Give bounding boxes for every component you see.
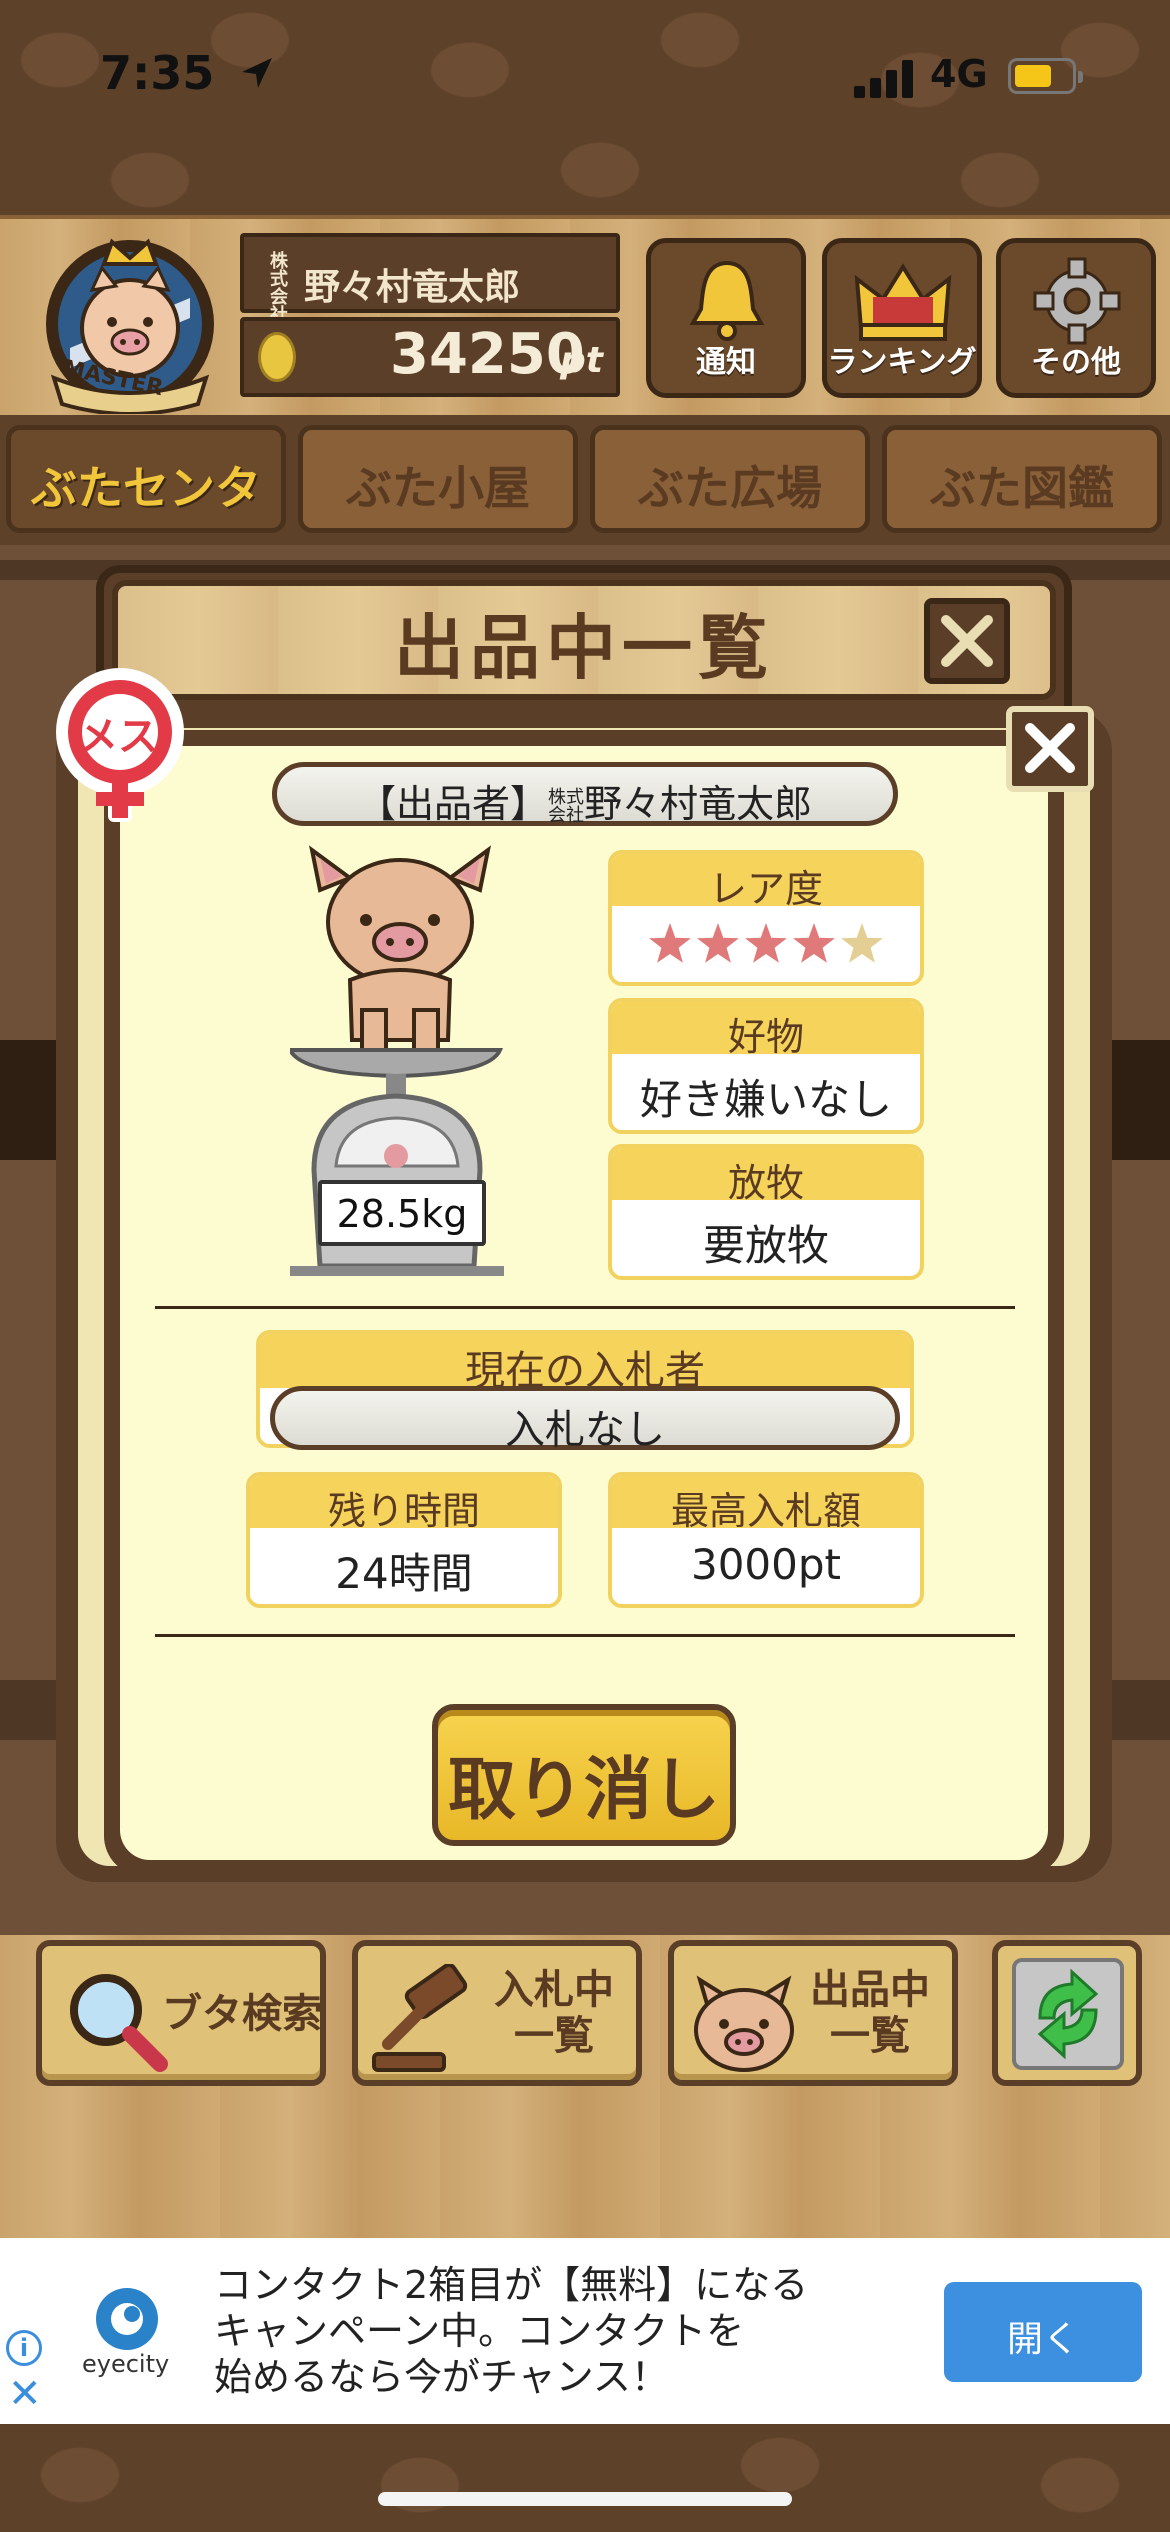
rarity-card: レア度 — [608, 850, 924, 986]
scene-beam — [1110, 1040, 1170, 1160]
notification-button[interactable]: 通知 — [646, 238, 806, 398]
current-bidder-value: 入札なし — [270, 1386, 900, 1453]
gear-icon — [1033, 257, 1121, 345]
bidding-list-label-1: 入札中 — [494, 1967, 614, 2013]
star-filled-icon — [745, 923, 787, 963]
ad-text: コンタクト2箱目が【無料】になる キャンペーン中。コンタクトを 始めるなら今がチ… — [214, 2262, 894, 2400]
magnifier-icon — [70, 1974, 168, 2072]
current-bidder-label: 現在の入札者 — [260, 1334, 910, 1394]
bell-icon — [689, 260, 765, 341]
ad-close-icon[interactable]: ✕ — [8, 2374, 42, 2414]
top-background — [0, 0, 1170, 215]
ad-info-icon[interactable]: i — [6, 2330, 42, 2366]
star-empty-icon — [841, 923, 883, 963]
points-value: 34250 — [390, 322, 585, 387]
ad-line-2: キャンペーン中。コンタクトを — [214, 2309, 745, 2353]
player-name: 野々村竜太郎 — [304, 267, 521, 308]
max-bid-label: 最高入札額 — [612, 1476, 920, 1533]
rarity-stars-graphic — [649, 923, 883, 963]
listing-list-label-2: 一覧 — [830, 2013, 910, 2059]
time-left-label: 残り時間 — [250, 1476, 558, 1533]
close-icon — [1025, 723, 1075, 773]
preference-label: 好物 — [612, 1002, 920, 1059]
cancel-listing-button[interactable]: 取り消し — [432, 1704, 736, 1846]
refresh-button[interactable] — [992, 1940, 1142, 2086]
ad-line-3: 始めるなら今がチャンス！ — [214, 2355, 669, 2399]
grazing-value: 要放牧 — [702, 1221, 829, 1270]
ranking-button[interactable]: ランキング — [822, 238, 982, 398]
tab-buta-hut[interactable]: ぶた小屋 — [298, 425, 578, 533]
battery-icon — [1008, 58, 1083, 94]
weight-display: 28.5kg — [318, 1180, 486, 1246]
home-indicator[interactable] — [378, 2492, 792, 2506]
gavel-icon — [372, 1964, 468, 2072]
preference-value: 好き嫌いなし — [639, 1075, 892, 1124]
eyecity-logo-icon — [96, 2288, 158, 2350]
listing-list-label-1: 出品中 — [810, 1967, 930, 2013]
seller-name: 野々村竜太郎 — [584, 782, 813, 826]
listing-panel-title: 出品中一覧 — [394, 607, 774, 689]
pig-face-icon — [694, 1975, 794, 2072]
signal-icon — [854, 60, 916, 98]
toolbar-floor — [0, 2092, 1170, 2238]
star-filled-icon — [793, 923, 835, 963]
ranking-label: ランキング — [827, 345, 977, 380]
player-name-panel: 株式会社野々村竜太郎 — [240, 233, 620, 325]
max-bid-card: 最高入札額 3000pt — [608, 1472, 924, 1608]
ad-open-button[interactable]: 開く — [944, 2282, 1142, 2382]
network-type: 4G — [930, 52, 988, 96]
location-arrow-icon — [242, 58, 272, 88]
preference-card: 好物 好き嫌いなし — [608, 998, 924, 1134]
refresh-icon — [1012, 1958, 1124, 2070]
notification-label: 通知 — [696, 345, 756, 380]
points-unit: pt — [560, 340, 603, 381]
other-label: その他 — [1031, 345, 1121, 380]
time-left-value: 24時間 — [335, 1549, 473, 1598]
rarity-label: レア度 — [612, 854, 920, 911]
listing-panel-close-button[interactable] — [924, 598, 1010, 684]
bidding-list-label-2: 一覧 — [514, 2013, 594, 2059]
divider — [155, 1634, 1015, 1637]
rarity-stars — [612, 906, 920, 982]
bottom-background — [0, 2425, 1170, 2532]
bidding-list-button[interactable]: 入札中 一覧 — [352, 1940, 642, 2086]
grazing-label: 放牧 — [612, 1148, 920, 1205]
close-icon — [941, 615, 993, 667]
detail-modal-close-button[interactable] — [1006, 706, 1094, 792]
star-filled-icon — [697, 923, 739, 963]
grazing-card: 放牧 要放牧 — [608, 1144, 924, 1280]
tab-buta-center[interactable]: ぶたセンター — [6, 425, 286, 581]
seller-company: 株式会社 — [548, 786, 584, 826]
coin-icon — [258, 332, 296, 382]
star-filled-icon — [649, 923, 691, 963]
time-left-card: 残り時間 24時間 — [246, 1472, 562, 1608]
ad-line-1: コンタクト2箱目が【無料】になる — [214, 2263, 809, 2307]
crown-icon — [854, 263, 952, 341]
company-prefix: 株式会社 — [270, 251, 288, 326]
pig-search-button[interactable]: ブタ検索 — [36, 1940, 326, 2086]
listing-list-button[interactable]: 出品中 一覧 — [668, 1940, 958, 2086]
max-bid-value: 3000pt — [690, 1540, 841, 1589]
ad-brand: eyecity — [82, 2350, 170, 2378]
tab-buta-plaza[interactable]: ぶた広場 — [590, 425, 870, 533]
status-time: 7:35 — [100, 46, 215, 100]
pig-search-label: ブタ検索 — [162, 1991, 322, 2037]
tab-buta-encyclopedia[interactable]: ぶた図鑑 — [882, 425, 1162, 533]
seller-prefix: 【出品者】 — [357, 782, 548, 826]
seller-pill: 【出品者】株式会社野々村竜太郎 — [272, 762, 898, 826]
gender-label: メス — [78, 714, 158, 760]
other-button[interactable]: その他 — [996, 238, 1156, 398]
divider — [155, 1306, 1015, 1309]
